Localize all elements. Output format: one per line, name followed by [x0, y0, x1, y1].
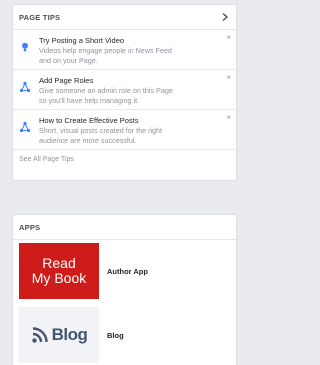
- blog-app-thumbnail[interactable]: Blog: [19, 307, 99, 363]
- app-item-author[interactable]: Read My Book Author App: [13, 240, 236, 302]
- thumbnail-text: Blog: [51, 325, 88, 344]
- apps-title: APPS: [19, 222, 41, 232]
- network-icon: [19, 121, 31, 133]
- page-tips-title: PAGE TIPS: [19, 12, 61, 22]
- tip-title[interactable]: Add Page Roles: [39, 76, 173, 86]
- thumbnail-text: Read: [42, 255, 76, 271]
- tip-description: Videos help engage people in News Feed: [39, 46, 172, 55]
- network-icon: [19, 81, 31, 93]
- see-all-tips-link[interactable]: See All Page Tips: [13, 150, 236, 169]
- tip-description: audience are more successful.: [39, 136, 137, 145]
- tip-title[interactable]: How to Create Effective Posts: [39, 116, 162, 126]
- apps-panel: APPS Read My Book Author App Blog Blog: [12, 214, 237, 365]
- tip-description: so you'll have help managing it.: [39, 96, 140, 105]
- thumbnail-text: My Book: [31, 270, 87, 286]
- app-item-blog[interactable]: Blog Blog: [13, 304, 236, 365]
- author-app-thumbnail[interactable]: Read My Book: [19, 243, 99, 299]
- rss-icon: [31, 327, 48, 343]
- page-tips-header: PAGE TIPS: [13, 5, 236, 30]
- tip-title[interactable]: Try Posting a Short Video: [39, 36, 172, 46]
- tip-description: and on your Page.: [39, 56, 98, 65]
- lightbulb-icon: [22, 42, 28, 52]
- close-icon[interactable]: ×: [226, 114, 231, 122]
- close-icon[interactable]: ×: [226, 74, 231, 82]
- close-icon[interactable]: ×: [226, 34, 231, 42]
- tip-item-posts[interactable]: How to Create Effective Posts Short, vis…: [13, 110, 236, 150]
- right-sidebar: PAGE TIPS Try Posting a Short Video Vide…: [0, 0, 248, 365]
- apps-header: APPS: [13, 215, 236, 240]
- page-tips-panel: PAGE TIPS Try Posting a Short Video Vide…: [12, 4, 237, 181]
- app-name[interactable]: Blog: [107, 331, 124, 340]
- tip-item-video[interactable]: Try Posting a Short Video Videos help en…: [13, 30, 236, 70]
- tip-item-roles[interactable]: Add Page Roles Give someone an admin rol…: [13, 70, 236, 110]
- tip-description: Short, visual posts created for the righ…: [39, 126, 163, 135]
- tip-description: Give someone an admin role on this Page: [39, 86, 173, 95]
- chevron-right-icon[interactable]: [220, 12, 230, 22]
- app-name[interactable]: Author App: [107, 267, 148, 276]
